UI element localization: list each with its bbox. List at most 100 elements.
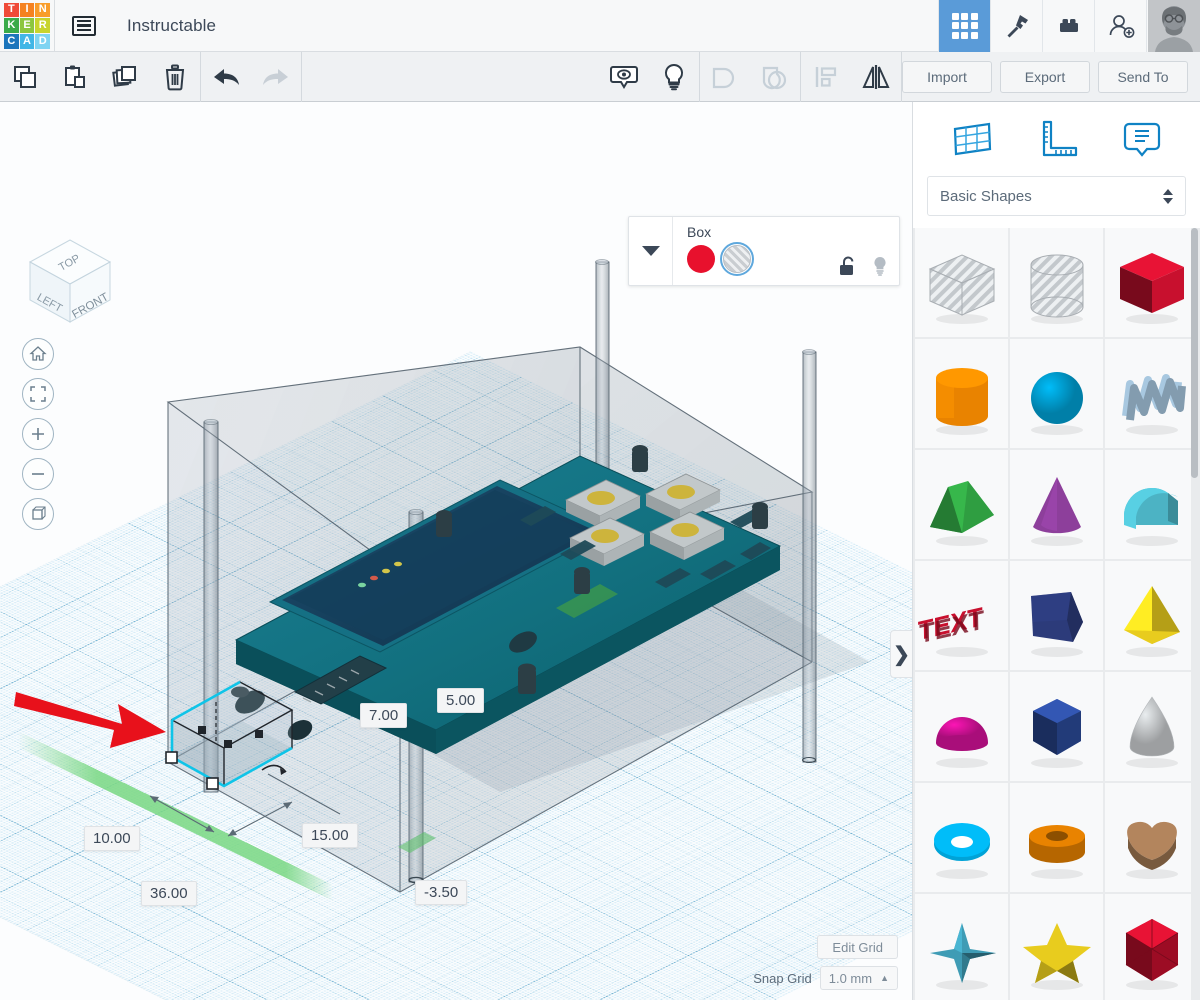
- shape-half-cylinder[interactable]: Half Cylinder: [1105, 450, 1198, 559]
- logo-tile-i: I: [19, 2, 35, 18]
- shape-torus[interactable]: Torus: [915, 783, 1008, 892]
- redo-button[interactable]: [251, 52, 301, 102]
- plus-icon: [32, 428, 44, 440]
- shape-heart[interactable]: Heart: [1105, 783, 1198, 892]
- send-to-button[interactable]: Send To: [1098, 60, 1188, 93]
- duplicate-stack-icon: [112, 65, 136, 87]
- hole-lightbulb-icon[interactable]: [871, 255, 889, 277]
- zoom-in-button[interactable]: [22, 418, 54, 450]
- note-bubble-icon: [1123, 122, 1160, 157]
- dimension-width[interactable]: 15.00: [302, 823, 358, 848]
- shape-category-label: Basic Shapes: [940, 187, 1032, 205]
- dimension-baseline[interactable]: 36.00: [141, 881, 197, 906]
- dimension-length[interactable]: 10.00: [84, 826, 140, 851]
- edit-grid-button[interactable]: Edit Grid: [817, 935, 898, 959]
- shape-category-wrap: Basic Shapes: [913, 176, 1200, 228]
- invite-button[interactable]: [1094, 0, 1146, 52]
- tab-ruler[interactable]: [1029, 113, 1085, 165]
- add-person-icon: [1109, 14, 1134, 38]
- fit-frame-icon: [30, 386, 46, 402]
- dimension-z-position[interactable]: -3.50: [415, 880, 468, 905]
- chevron-down-icon: [641, 246, 660, 256]
- logo-tile-t: T: [4, 2, 19, 18]
- 3d-canvas[interactable]: Workplane: [0, 102, 912, 1000]
- shape-diamond[interactable]: Diamond: [1105, 894, 1198, 1000]
- designs-grid-button[interactable]: [938, 0, 990, 52]
- home-view-button[interactable]: [22, 338, 54, 370]
- panel-collapse-button[interactable]: [629, 217, 673, 285]
- shape-text[interactable]: TEXTTEXTText: [915, 561, 1008, 670]
- redo-arrow-icon: [263, 68, 288, 85]
- main-toolbar: Import Export Send To: [0, 51, 1200, 102]
- show-hide-button[interactable]: [599, 52, 649, 102]
- delete-button[interactable]: [150, 52, 200, 102]
- undo-button[interactable]: [201, 52, 251, 102]
- shape-sphere[interactable]: Sphere: [1010, 339, 1103, 448]
- minus-icon: [32, 473, 44, 475]
- import-button[interactable]: Import: [902, 60, 992, 93]
- tinkercad-logo[interactable]: TIN KER CAD: [0, 0, 54, 52]
- hole-swatch[interactable]: [720, 242, 754, 276]
- shape-pyramid[interactable]: Pyramid: [1105, 561, 1198, 670]
- shape-paraboloid[interactable]: Paraboloid: [1105, 672, 1198, 781]
- group-button[interactable]: [700, 52, 750, 102]
- view-cube[interactable]: TOP LEFT FRONT: [18, 226, 122, 330]
- shape-box[interactable]: Box: [1105, 228, 1198, 337]
- mirror-button[interactable]: [851, 52, 901, 102]
- dimension-height[interactable]: 7.00: [360, 703, 408, 728]
- zoom-out-button[interactable]: [22, 458, 54, 490]
- unlock-padlock-icon[interactable]: [838, 255, 857, 277]
- shape-cylinder-hole[interactable]: Cylinder Hole: [1010, 228, 1103, 337]
- shape-scribble[interactable]: Scribble: [1105, 339, 1198, 448]
- duplicate-button[interactable]: [100, 52, 150, 102]
- shape-cylinder[interactable]: Cylinder: [915, 339, 1008, 448]
- tinkercad-app: TINKERCAD Instructable Import Export Sen…: [0, 0, 1200, 1000]
- shape-library-scrollbar[interactable]: [1191, 228, 1198, 1000]
- shape-box-hole[interactable]: Box Hole: [915, 228, 1008, 337]
- shape-panel-body: Box: [673, 217, 899, 285]
- shape-star[interactable]: Star: [1010, 894, 1103, 1000]
- ungroup-button[interactable]: [750, 52, 800, 102]
- perspective-toggle-button[interactable]: [22, 498, 54, 530]
- panel-collapse-handle[interactable]: ❯: [890, 630, 912, 678]
- logo-tile-e: E: [19, 18, 35, 33]
- shape-half-sphere[interactable]: Half Sphere: [915, 672, 1008, 781]
- lightbulb-icon: [664, 63, 684, 90]
- copy-button[interactable]: [0, 52, 50, 102]
- shape-roof[interactable]: Roof: [915, 450, 1008, 559]
- shape-tube[interactable]: Tube: [1010, 783, 1103, 892]
- shape-name-label: Box: [687, 224, 712, 240]
- dimension-offset[interactable]: 5.00: [437, 688, 485, 713]
- toolbar-separator: [301, 51, 302, 102]
- snap-grid-select[interactable]: 1.0 mm ▲: [819, 966, 898, 990]
- ruler-icon: [1042, 120, 1077, 157]
- app-header: TIN KER CAD Instructable: [0, 0, 1200, 52]
- tab-workplane[interactable]: [944, 113, 1000, 165]
- history-tools-group: [201, 52, 301, 102]
- snap-grid-label: Snap Grid: [753, 970, 812, 986]
- shape-wedge[interactable]: Wedge: [1010, 561, 1103, 670]
- hole-button[interactable]: [649, 52, 699, 102]
- shape-library[interactable]: Box HoleCylinder HoleBox CylinderSphereSc…: [913, 228, 1200, 1000]
- fit-to-view-button[interactable]: [22, 378, 54, 410]
- shape-polygon[interactable]: Polygon: [1010, 672, 1103, 781]
- scrollbar-thumb[interactable]: [1191, 228, 1198, 478]
- paste-button[interactable]: [50, 52, 100, 102]
- tinker-tools-button[interactable]: [990, 0, 1042, 52]
- logo-tile-n: N: [35, 2, 50, 18]
- account-avatar-button[interactable]: [1146, 0, 1200, 52]
- align-button[interactable]: [801, 52, 851, 102]
- document-properties-button[interactable]: [55, 0, 113, 52]
- shape-category-select[interactable]: Basic Shapes: [927, 176, 1186, 216]
- shape-cone[interactable]: Cone: [1010, 450, 1103, 559]
- align-icon: [815, 66, 837, 87]
- solid-color-swatch[interactable]: [687, 245, 715, 273]
- sidebar-tabs: [913, 102, 1200, 176]
- export-button[interactable]: Export: [1000, 60, 1090, 93]
- header-right-buttons: [938, 0, 1200, 52]
- logo-tile-c: C: [4, 33, 19, 49]
- blocks-button[interactable]: [1042, 0, 1094, 52]
- shape-star-3d[interactable]: Star 3D: [915, 894, 1008, 1000]
- eye-bubble-icon: [610, 65, 638, 89]
- tab-note[interactable]: [1114, 113, 1170, 165]
